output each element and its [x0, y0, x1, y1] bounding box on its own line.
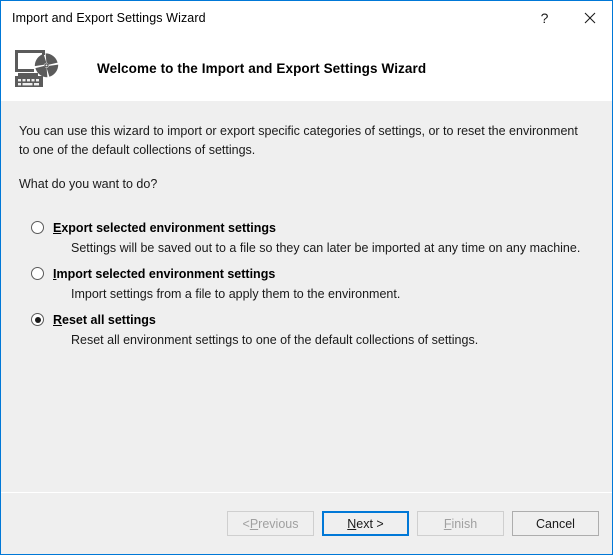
option-reset-row[interactable]: Reset all settings	[19, 313, 594, 327]
title-bar-buttons: ?	[522, 1, 612, 35]
finish-button-suffix: inish	[451, 516, 478, 531]
option-import[interactable]: Import selected environment settings Imp…	[19, 255, 594, 301]
option-import-description: Import settings from a file to apply the…	[71, 286, 401, 301]
radio-import[interactable]	[31, 267, 44, 281]
page-title: Welcome to the Import and Export Setting…	[97, 60, 427, 76]
option-reset-description: Reset all environment settings to one of…	[71, 332, 479, 347]
option-import-label: Import selected environment settings	[53, 267, 275, 281]
radio-reset[interactable]	[31, 313, 44, 327]
finish-button-accel: F	[443, 516, 452, 531]
cancel-button-label: Cancel	[536, 516, 575, 531]
option-export-label: Export selected environment settings	[53, 221, 276, 235]
previous-button-suffix: revious	[258, 516, 299, 531]
next-button-suffix: ext >	[356, 516, 384, 531]
previous-button-accel: P	[249, 516, 259, 531]
intro-text: You can use this wizard to import or exp…	[19, 124, 578, 158]
option-export-description: Settings will be saved out to a file so …	[71, 240, 581, 255]
import-export-settings-icon	[9, 44, 65, 92]
option-import-row[interactable]: Import selected environment settings	[19, 267, 594, 281]
option-reset[interactable]: Reset all settings Reset all environment…	[19, 301, 594, 347]
option-export-row[interactable]: Export selected environment settings	[19, 221, 594, 235]
option-reset-label: Reset all settings	[53, 313, 156, 327]
radio-export[interactable]	[31, 221, 44, 235]
option-export[interactable]: Export selected environment settings Set…	[19, 209, 594, 255]
button-bar: < Previous Next > Finish Cancel	[1, 492, 612, 554]
finish-button[interactable]: Finish	[417, 511, 504, 536]
window-title: Import and Export Settings Wizard	[12, 11, 206, 25]
next-button[interactable]: Next >	[322, 511, 409, 536]
question-mark-icon: ?	[540, 10, 549, 26]
wizard-window: Import and Export Settings Wizard ? Welc…	[0, 0, 613, 555]
wizard-body: You can use this wizard to import or exp…	[1, 101, 612, 492]
previous-button-prefix: <	[242, 516, 250, 531]
help-button[interactable]: ?	[522, 1, 567, 35]
wizard-header: Welcome to the Import and Export Setting…	[1, 35, 612, 101]
option-import-label-rest: mport selected environment settings	[56, 266, 276, 281]
option-reset-label-rest: eset all settings	[62, 312, 156, 327]
options-group: Export selected environment settings Set…	[1, 209, 612, 347]
question-text: What do you want to do?	[19, 176, 158, 191]
option-reset-accel: R	[53, 312, 63, 327]
next-button-accel: N	[347, 516, 357, 531]
title-bar: Import and Export Settings Wizard ?	[1, 1, 612, 35]
cancel-button[interactable]: Cancel	[512, 511, 599, 536]
close-button[interactable]	[567, 1, 612, 35]
option-export-label-rest: xport selected environment settings	[61, 220, 276, 235]
close-icon	[584, 12, 596, 24]
previous-button[interactable]: < Previous	[227, 511, 314, 536]
